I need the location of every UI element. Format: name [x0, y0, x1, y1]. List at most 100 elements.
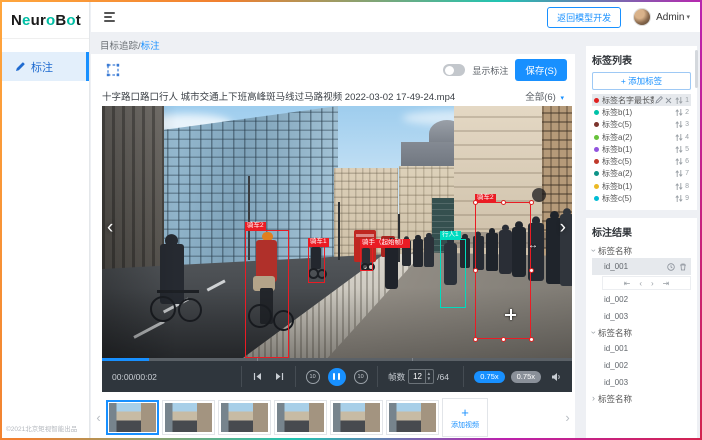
prev-frame-icon[interactable]: [253, 372, 262, 381]
main-panel: 显示标注 保存(S) 十字路口路口行人 城市交通上下班高峰斑马线过马路视频 20…: [91, 54, 575, 438]
tag-sort-icon[interactable]: [675, 108, 683, 117]
filter-dropdown[interactable]: 全部(6) ▾: [525, 89, 564, 103]
resize-handle[interactable]: [473, 200, 478, 205]
resize-handle[interactable]: [473, 268, 478, 273]
next-frame-icon[interactable]: ›: [651, 279, 654, 288]
back-to-model-dev-button[interactable]: 返回模型开发: [547, 7, 621, 28]
caret-down-icon: ▾: [560, 95, 564, 102]
annotation-box[interactable]: 行人1: [440, 239, 466, 308]
panel-scrollbar[interactable]: [695, 50, 698, 88]
annotation-box[interactable]: 骑车1: [308, 246, 325, 283]
result-group-header[interactable]: ›标签名称: [592, 325, 691, 340]
video-player: 骑车2骑车1骑手（起始帧）行人1骑车2 ‹ › ↔ 00:00/00:02: [102, 106, 572, 392]
speed-pill-active[interactable]: 0.75x: [474, 371, 504, 383]
tag-list-item[interactable]: 标签名字最长数...1: [592, 94, 691, 106]
next-frame-icon[interactable]: [275, 372, 284, 381]
tag-sort-icon[interactable]: [675, 145, 683, 154]
pedestrian-figure: [385, 243, 398, 289]
frame-number-input[interactable]: 12▲▼: [408, 369, 434, 384]
tag-list-item[interactable]: 标签b(1)5: [592, 143, 691, 155]
annotation-label: 骑车2: [245, 222, 267, 232]
resize-handle[interactable]: [501, 337, 506, 342]
video-thumbnail[interactable]: [162, 400, 215, 435]
tag-list-item[interactable]: 标签c(5)3: [592, 119, 691, 131]
tag-shortcut-number: 8: [685, 183, 689, 190]
next-video-chevron[interactable]: ›: [560, 218, 566, 237]
last-frame-icon[interactable]: ⇥: [663, 279, 670, 288]
video-thumbnail[interactable]: [274, 400, 327, 435]
video-thumbnail[interactable]: [386, 400, 439, 435]
tag-list-item[interactable]: 标签a(2)7: [592, 168, 691, 180]
result-group-header[interactable]: ›标签名称: [592, 243, 691, 258]
resize-handle[interactable]: [501, 200, 506, 205]
result-item[interactable]: id_003: [592, 308, 691, 325]
result-item[interactable]: id_003: [592, 374, 691, 391]
video-thumbnail[interactable]: [330, 400, 383, 435]
resize-handle[interactable]: [529, 200, 534, 205]
tag-color-dot: [594, 196, 599, 201]
video-canvas[interactable]: 骑车2骑车1骑手（起始帧）行人1骑车2 ‹ › ↔: [102, 106, 572, 358]
pause-button[interactable]: [328, 368, 346, 386]
locate-frame-icon[interactable]: [667, 263, 675, 271]
first-frame-icon[interactable]: ⇤: [624, 279, 631, 288]
draw-box-tool-icon[interactable]: [105, 62, 121, 78]
add-video-button[interactable]: + 添加视频: [442, 398, 488, 437]
breadcrumb-parent[interactable]: 目标追踪: [100, 41, 138, 52]
annotation-box[interactable]: 骑车2: [245, 230, 289, 358]
result-item[interactable]: id_001: [592, 340, 691, 357]
edit-tag-icon[interactable]: [655, 96, 663, 104]
forward-10-icon[interactable]: 10: [354, 370, 368, 384]
tag-name: 标签c(5): [602, 119, 654, 130]
user-avatar[interactable]: [633, 8, 651, 26]
tag-list-item[interactable]: 标签c(5)9: [592, 192, 691, 204]
frame-spinner[interactable]: ▲▼: [425, 370, 432, 383]
speed-pill[interactable]: 0.75x: [511, 371, 541, 383]
tag-sort-icon[interactable]: [675, 194, 683, 203]
sidebar-item-label: 标注: [31, 59, 53, 75]
tag-sort-icon[interactable]: [675, 133, 683, 142]
tag-list-item[interactable]: 标签b(1)2: [592, 106, 691, 118]
tag-shortcut-number: 7: [685, 170, 689, 177]
resize-handle[interactable]: [473, 337, 478, 342]
annotation-box[interactable]: 骑手（起始帧）: [360, 247, 373, 271]
result-group-header[interactable]: ›标签名称: [592, 391, 691, 406]
tag-sort-icon[interactable]: [675, 169, 683, 178]
username[interactable]: Admin: [656, 12, 684, 23]
sidebar-item-annotate[interactable]: 标注: [2, 52, 89, 81]
video-thumbnail[interactable]: [106, 400, 159, 435]
tag-list-item[interactable]: 标签a(2)4: [592, 131, 691, 143]
result-item[interactable]: id_002: [592, 357, 691, 374]
tag-sort-icon[interactable]: [675, 96, 683, 105]
video-thumbnail[interactable]: [218, 400, 271, 435]
tag-sort-icon[interactable]: [675, 157, 683, 166]
annotation-label: 骑车1: [308, 238, 330, 248]
tag-shortcut-number: 9: [685, 195, 689, 202]
save-button[interactable]: 保存(S): [515, 59, 567, 81]
volume-icon[interactable]: [551, 372, 562, 382]
result-id: id_003: [604, 312, 628, 321]
delete-result-icon[interactable]: [679, 263, 687, 271]
frame-pagination: ⇤ ‹ › ⇥: [602, 276, 691, 290]
delete-tag-icon[interactable]: [665, 97, 672, 104]
prev-frame-icon[interactable]: ‹: [639, 279, 642, 288]
result-item[interactable]: id_002: [592, 291, 691, 308]
tag-color-dot: [594, 135, 599, 140]
annotation-box[interactable]: 骑车2: [475, 202, 531, 339]
thumbs-left-chevron[interactable]: ‹: [91, 410, 106, 425]
tag-list-item[interactable]: 标签c(5)6: [592, 155, 691, 167]
tag-shortcut-number: 1: [685, 97, 689, 104]
tag-sort-icon[interactable]: [675, 182, 683, 191]
add-tag-button[interactable]: + 添加标签: [592, 72, 691, 90]
tag-sort-icon[interactable]: [675, 120, 683, 129]
collapse-menu-icon[interactable]: [104, 12, 115, 22]
prev-video-chevron[interactable]: ‹: [107, 218, 113, 237]
caret-down-icon: ▾: [686, 13, 690, 21]
resize-handle[interactable]: [529, 268, 534, 273]
thumbs-right-chevron[interactable]: ›: [560, 410, 575, 425]
resize-handle[interactable]: [529, 337, 534, 342]
rewind-10-icon[interactable]: 10: [306, 370, 320, 384]
show-annotations-toggle[interactable]: [443, 64, 465, 76]
result-item[interactable]: id_001: [592, 258, 691, 275]
tag-list-item[interactable]: 标签b(1)8: [592, 180, 691, 192]
tag-name: 标签c(5): [602, 156, 654, 167]
